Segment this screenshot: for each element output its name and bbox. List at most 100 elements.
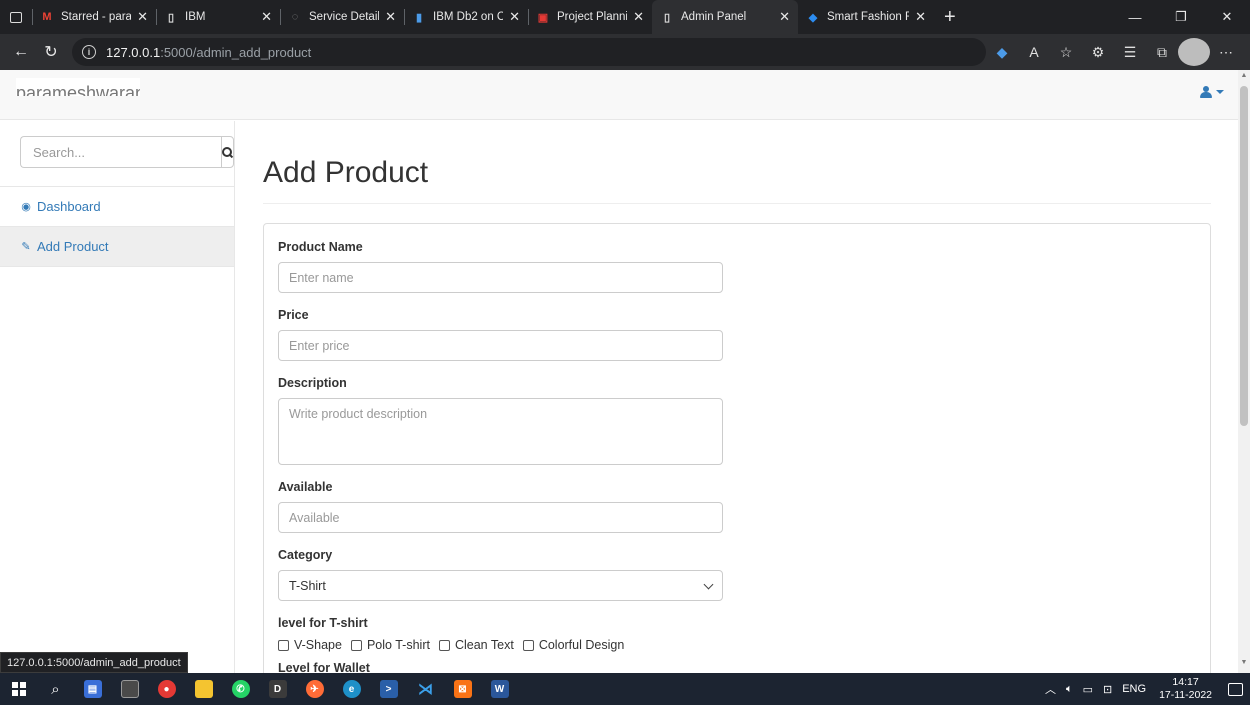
taskbar-postman[interactable]: ✈ — [296, 673, 333, 705]
scroll-down-icon[interactable]: ▼ — [1238, 659, 1250, 671]
tab-admin-panel[interactable]: ▯ Admin Panel ✕ — [652, 0, 798, 34]
tab-title: IBM — [185, 11, 206, 23]
minimize-icon[interactable]: — — [1112, 0, 1158, 34]
taskbar-app[interactable] — [111, 673, 148, 705]
language-indicator[interactable]: ENG — [1122, 683, 1146, 695]
available-input[interactable]: Available — [278, 502, 723, 533]
extensions-icon[interactable]: ⚙ — [1082, 38, 1114, 66]
close-tab-icon[interactable]: ✕ — [633, 9, 644, 25]
price-input[interactable]: Enter price — [278, 330, 723, 361]
brand[interactable]: parameshwaran — [16, 78, 140, 96]
tab-project-planning[interactable]: ▣ Project Planning ✕ — [528, 0, 652, 34]
taskbar-chrome[interactable]: ● — [148, 673, 185, 705]
tab-title: Smart Fashion Re — [827, 11, 909, 23]
site-info-icon[interactable]: i — [82, 45, 96, 59]
scroll-up-icon[interactable]: ▲ — [1238, 72, 1250, 84]
refresh-icon[interactable]: ↻ — [36, 37, 66, 67]
tshirt-level-options: V-Shape Polo T-shirt Clean Text Colorful… — [278, 638, 1196, 652]
checkbox-label: Colorful Design — [538, 638, 625, 652]
search-input[interactable] — [20, 136, 221, 168]
taskbar-file-explorer[interactable] — [185, 673, 222, 705]
taskbar-vscode[interactable]: ⋊ — [407, 673, 444, 705]
scrollbar-thumb[interactable] — [1240, 86, 1248, 426]
product-name-label: Product Name — [278, 240, 363, 254]
taskbar-word[interactable]: W — [481, 673, 518, 705]
clock-time: 14:17 — [1172, 676, 1199, 688]
taskbar-app[interactable]: ▤ — [74, 673, 111, 705]
taskbar-whatsapp[interactable]: ✆ — [222, 673, 259, 705]
sidebar-item-dashboard[interactable]: ◉ Dashboard — [0, 187, 234, 227]
chevron-up-icon[interactable]: ︿ — [1045, 681, 1056, 697]
windows-taskbar: ⌕ ▤ ● ✆ D ✈ e > ⋊ ⊠ W ︿ 🔈︎ ▭ ⊡ ENG 14:17… — [0, 673, 1250, 705]
page-icon: ▯ — [663, 11, 671, 24]
restore-icon[interactable]: ❐ — [1158, 0, 1204, 34]
tab-actions-icon[interactable] — [0, 0, 32, 34]
url-field[interactable]: i 127.0.0.1:5000/admin_add_product — [72, 38, 986, 66]
close-tab-icon[interactable]: ✕ — [779, 9, 790, 25]
checkbox-clean-text[interactable]: Clean Text — [438, 638, 514, 652]
taskbar-app[interactable]: D — [259, 673, 296, 705]
tab-smart-fashion[interactable]: ◆ Smart Fashion Re ✕ — [798, 0, 934, 34]
tab-title: Project Planning — [557, 11, 628, 23]
category-label: Category — [278, 548, 333, 562]
close-tab-icon[interactable]: ✕ — [915, 9, 926, 25]
checkbox-colorful-design[interactable]: Colorful Design — [522, 638, 625, 652]
notifications-icon[interactable] — [1220, 673, 1250, 705]
page-header: Add Product — [263, 155, 1211, 204]
battery-icon[interactable]: ▭ — [1083, 683, 1093, 696]
page-scrollbar[interactable]: ▲ ▼ — [1238, 70, 1250, 673]
clock[interactable]: 14:17 17-11-2022 — [1159, 676, 1212, 702]
new-tab-icon[interactable]: + — [934, 6, 966, 29]
checkbox-polo-tshirt[interactable]: Polo T-shirt — [350, 638, 430, 652]
page-icon: ▯ — [167, 11, 175, 24]
taskbar-powershell[interactable]: > — [370, 673, 407, 705]
start-button[interactable] — [0, 673, 37, 705]
volume-icon[interactable]: 🔈︎ — [1066, 683, 1073, 696]
profile-icon[interactable] — [1178, 38, 1210, 66]
tab-title: Admin Panel — [681, 11, 747, 23]
collections-icon[interactable]: ⧉ — [1146, 38, 1178, 66]
tab-gmail[interactable]: M Starred - parame ✕ — [32, 0, 156, 34]
page-title: Add Product — [263, 156, 429, 189]
close-tab-icon[interactable]: ✕ — [509, 9, 520, 25]
user-icon — [1200, 86, 1212, 98]
sidebar-item-label: Add Product — [37, 239, 109, 254]
more-icon[interactable]: ⋯ — [1210, 38, 1242, 66]
status-bar-url: 127.0.0.1:5000/admin_add_product — [0, 652, 188, 673]
taskbar-search[interactable]: ⌕ — [37, 673, 74, 705]
back-icon[interactable]: ← — [6, 37, 36, 67]
tab-title: Service Details - I — [309, 11, 379, 23]
favorites-icon[interactable]: ☰ — [1114, 38, 1146, 66]
checkbox-label: Polo T-shirt — [366, 638, 430, 652]
caret-down-icon — [1216, 90, 1224, 94]
category-select[interactable]: T-Shirt — [278, 570, 723, 601]
tag-icon[interactable]: ◆ — [986, 38, 1018, 66]
network-icon[interactable]: ⊡ — [1103, 683, 1112, 696]
search-button[interactable] — [221, 136, 234, 168]
price-label: Price — [278, 308, 309, 322]
read-aloud-icon[interactable]: A — [1018, 38, 1050, 66]
browser-tab-strip: M Starred - parame ✕ ▯ IBM ✕ ◌ Service D… — [0, 0, 1250, 34]
close-tab-icon[interactable]: ✕ — [137, 9, 148, 25]
sidebar-item-add-product[interactable]: ✎ Add Product — [0, 227, 234, 267]
user-menu-dropdown[interactable] — [1200, 86, 1224, 98]
close-tab-icon[interactable]: ✕ — [385, 9, 396, 25]
product-name-input[interactable]: Enter name — [278, 262, 723, 293]
tab-service-details[interactable]: ◌ Service Details - I ✕ — [280, 0, 404, 34]
top-navbar: parameshwaran — [0, 70, 1238, 120]
checkbox-v-shape[interactable]: V-Shape — [278, 638, 342, 652]
favorite-add-icon[interactable]: ☆ — [1050, 38, 1082, 66]
checkbox-label: V-Shape — [294, 638, 342, 652]
close-tab-icon[interactable]: ✕ — [261, 9, 272, 25]
xampp-icon: ⊠ — [453, 680, 472, 698]
tab-title: Starred - parame — [61, 11, 132, 23]
taskbar-edge[interactable]: e — [333, 673, 370, 705]
pdf-icon: ▣ — [537, 11, 549, 24]
description-textarea[interactable]: Write product description — [278, 398, 723, 465]
tab-ibm-db2[interactable]: ▮ IBM Db2 on Clou ✕ — [404, 0, 528, 34]
sidebar-item-label: Dashboard — [37, 199, 101, 214]
close-window-icon[interactable]: ✕ — [1204, 0, 1250, 34]
tab-ibm[interactable]: ▯ IBM ✕ — [156, 0, 280, 34]
app-icon: ▤ — [83, 680, 102, 698]
taskbar-xampp[interactable]: ⊠ — [444, 673, 481, 705]
